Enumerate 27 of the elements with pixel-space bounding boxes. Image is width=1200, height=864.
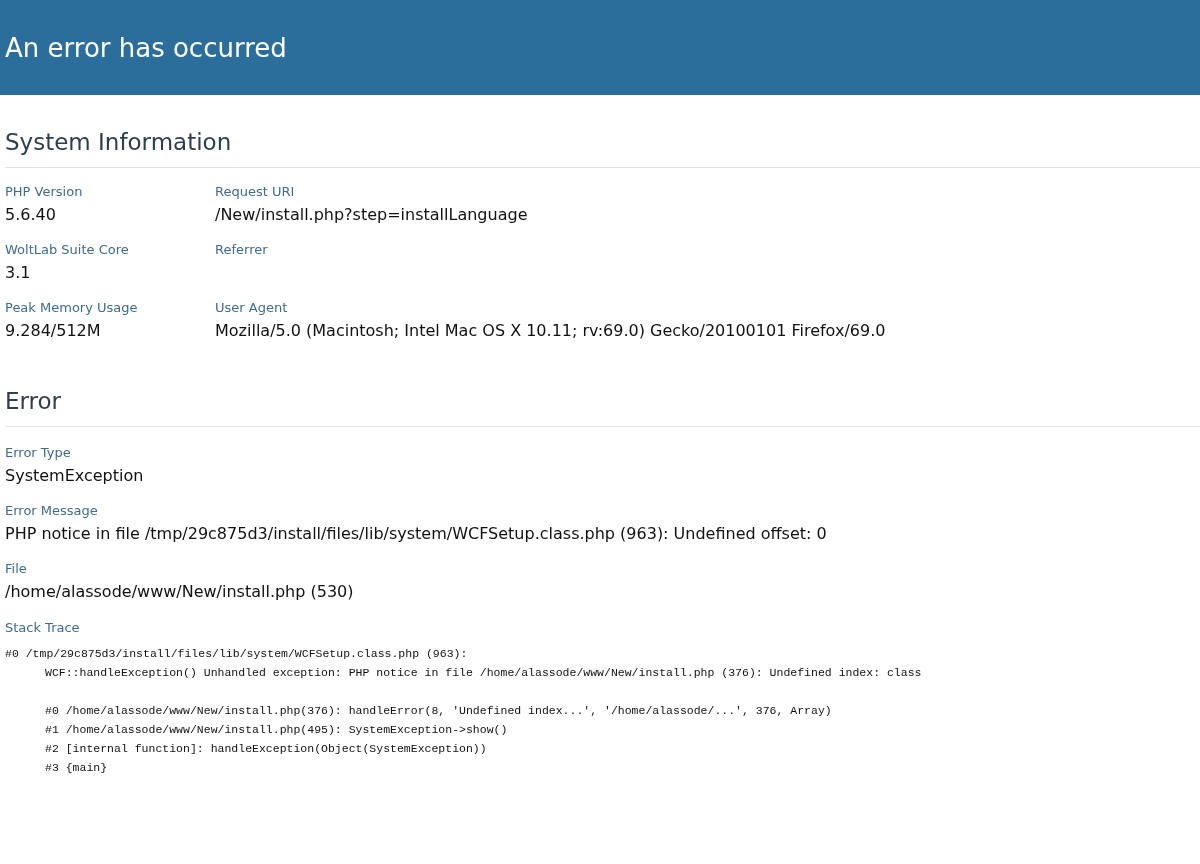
field-label: Error Message — [5, 502, 99, 520]
field-value: 9.284/512M — [5, 320, 102, 342]
field-value: /home/alassode/www/New/install.php (530) — [5, 581, 355, 603]
field-label: WoltLab Suite Core — [5, 241, 130, 259]
trace-line: #0 /home/alassode/www/New/install.php(376): handleError(8, 'Undefined index...', '/home/alassode/...', 376, Array) — [45, 703, 833, 719]
field-value: 5.6.40 — [5, 204, 57, 226]
field-label: Error Type — [5, 444, 72, 462]
field-value: SystemException — [5, 465, 145, 487]
field-label: User Agent — [215, 299, 289, 317]
field-value: Mozilla/5.0 (Macintosh; Intel Mac OS X 10.11; rv:69.0) Gecko/20100101 Firefox/69.0 — [215, 320, 887, 342]
page-title: An error has occurred — [5, 32, 287, 63]
trace-line: #0 /tmp/29c875d3/install/files/lib/system/WCFSetup.class.php (963): — [5, 646, 469, 662]
section-title: System Information — [5, 95, 1200, 168]
field-label: Peak Memory Usage — [5, 299, 139, 317]
trace-line: #1 /home/alassode/www/New/install.php(495): SystemException->show() — [45, 722, 509, 738]
field-label: PHP Version — [5, 183, 84, 201]
field-value: 3.1 — [5, 262, 32, 284]
field-label: File — [5, 560, 28, 578]
section-title: Error — [5, 354, 1200, 427]
trace-line: #2 [internal function]: handleException(Object(SystemException)) — [45, 741, 488, 757]
field-value: /New/install.php?step=installLanguage — [215, 204, 529, 226]
field-label: Referrer — [215, 241, 269, 259]
trace-line: WCF::handleException() Unhandled exception: PHP notice in file /home/alassode/www/New/install.php (376): Undefined index: class — [45, 665, 923, 681]
trace-line: #3 {main} — [45, 760, 109, 776]
field-label: Stack Trace — [5, 620, 80, 635]
field-label: Request URI — [215, 183, 296, 201]
field-value: PHP notice in file /tmp/29c875d3/install/files/lib/system/WCFSetup.class.php (963): Undefined offset: 0 — [5, 523, 828, 545]
